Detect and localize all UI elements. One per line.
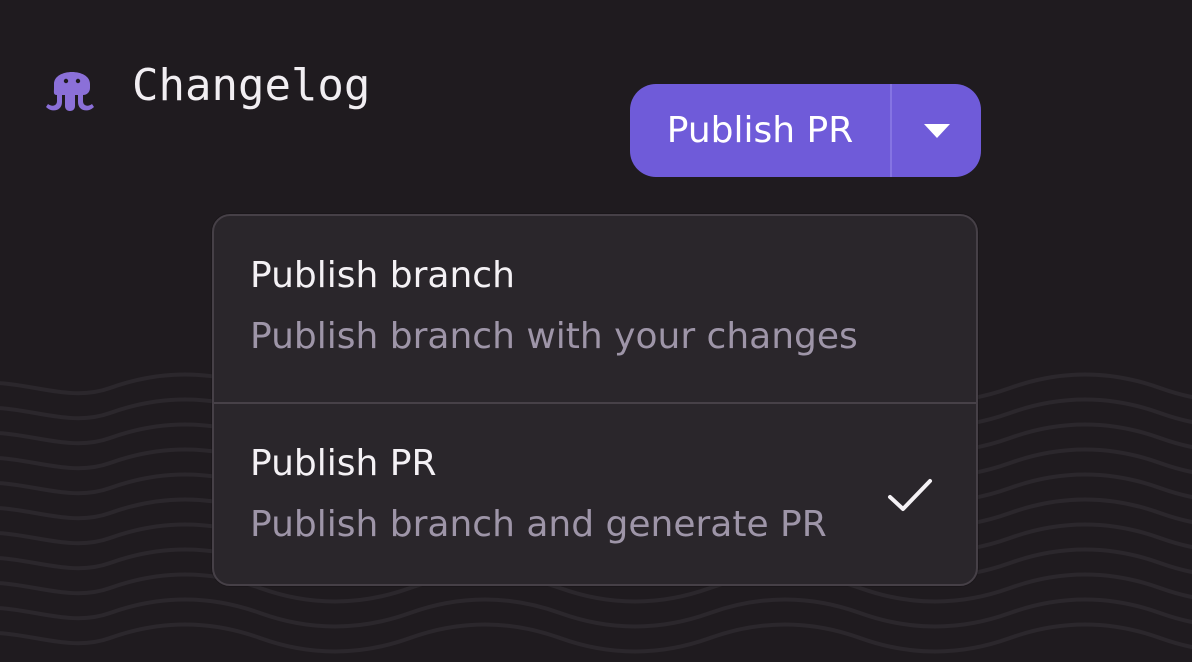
menu-item-publish-branch[interactable]: Publish branch Publish branch with your …	[214, 216, 976, 402]
publish-pr-button[interactable]: Publish PR	[630, 84, 890, 177]
app-title: Changelog	[132, 60, 371, 111]
menu-item-publish-pr[interactable]: Publish PR Publish branch and generate P…	[214, 402, 976, 584]
publish-options-toggle[interactable]	[892, 84, 981, 177]
publish-options-menu: Publish branch Publish branch with your …	[212, 214, 978, 586]
menu-item-title: Publish branch	[250, 255, 515, 296]
menu-item-description: Publish branch with your changes	[250, 316, 858, 357]
caret-down-icon	[923, 123, 950, 138]
menu-item-title: Publish PR	[250, 443, 437, 484]
app-header: Changelog	[44, 56, 370, 116]
octopus-icon	[46, 72, 94, 111]
checkmark-icon	[888, 479, 932, 511]
menu-item-description: Publish branch and generate PR	[250, 504, 827, 545]
publish-split-button: Publish PR	[630, 84, 981, 177]
